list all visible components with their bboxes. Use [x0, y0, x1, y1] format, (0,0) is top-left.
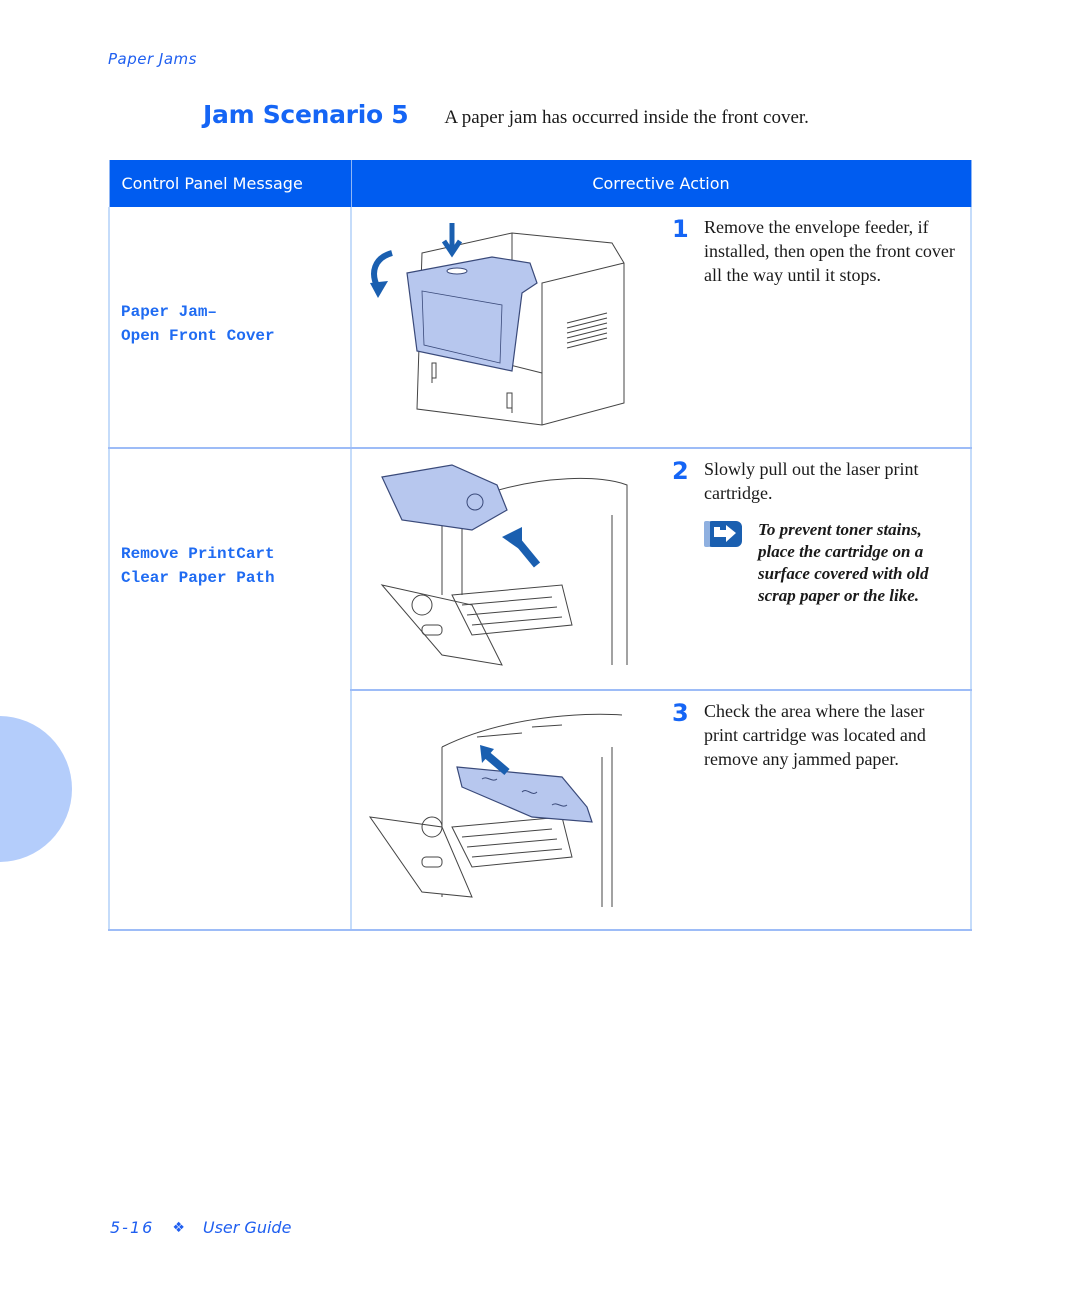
- note-arrow-icon: [704, 521, 742, 547]
- page-number: 5-16: [110, 1218, 155, 1237]
- step-2: 2 Slowly pull out the laser print cartri…: [662, 449, 970, 689]
- control-panel-message: Remove PrintCart Clear Paper Path: [110, 542, 350, 590]
- table-row: Paper Jam– Open Front Cover 1 Remove the…: [108, 207, 972, 449]
- step-3: 3 Check the area where the laser print c…: [662, 691, 970, 929]
- step-text: Slowly pull out the laser print cartridg…: [704, 459, 919, 503]
- guide-title: User Guide: [202, 1218, 292, 1237]
- cartridge-removal-illustration: [352, 449, 662, 689]
- corrective-action-cell: 2 Slowly pull out the laser print cartri…: [350, 448, 972, 691]
- printer-front-cover-illustration: [352, 207, 662, 447]
- jammed-paper-illustration: [352, 691, 662, 929]
- page-footer: 5-16 ❖ User Guide: [110, 1218, 291, 1237]
- header-control-panel-message: Control Panel Message: [108, 160, 352, 207]
- scenario-header: Jam Scenario 5 A paper jam has occurred …: [203, 100, 809, 129]
- diamond-separator-icon: ❖: [172, 1219, 185, 1236]
- jam-table: Control Panel Message Corrective Action …: [108, 160, 972, 931]
- scenario-title: Jam Scenario 5: [203, 100, 409, 129]
- message-line: Clear Paper Path: [121, 569, 275, 587]
- step-text: Remove the envelope feeder, if installed…: [704, 217, 955, 285]
- jammed-paper-shape: [456, 766, 593, 823]
- cartridge-shape: [381, 464, 508, 531]
- message-line: Open Front Cover: [121, 327, 275, 345]
- note-text: To prevent toner stains, place the cartr…: [758, 520, 929, 605]
- step-number: 3: [672, 699, 689, 727]
- pull-arrow-icon: [502, 527, 522, 551]
- step-text: Check the area where the laser print car…: [704, 701, 926, 769]
- step-number: 2: [672, 457, 689, 485]
- running-head: Paper Jams: [108, 50, 197, 68]
- push-arrow-icon: [441, 223, 463, 258]
- header-corrective-action: Corrective Action: [350, 160, 972, 207]
- message-line: Paper Jam–: [121, 303, 218, 321]
- step-number: 1: [672, 215, 689, 243]
- control-panel-message-cell: Paper Jam– Open Front Cover: [108, 207, 352, 449]
- message-line: Remove PrintCart: [121, 545, 275, 563]
- rotate-arrow-icon: [370, 281, 388, 298]
- note: To prevent toner stains, place the cartr…: [704, 519, 956, 607]
- step-1: 1 Remove the envelope feeder, if install…: [662, 207, 970, 447]
- corrective-action-cell: 1 Remove the envelope feeder, if install…: [350, 207, 972, 449]
- control-panel-message: Paper Jam– Open Front Cover: [110, 300, 350, 348]
- corrective-action-cell: 3 Check the area where the laser print c…: [350, 690, 972, 931]
- scenario-description: A paper jam has occurred inside the fron…: [444, 107, 809, 128]
- chapter-tab: [0, 716, 72, 862]
- control-panel-message-cell: Remove PrintCart Clear Paper Path: [108, 448, 352, 931]
- table-row: Remove PrintCart Clear Paper Path 2 Slow…: [108, 448, 972, 931]
